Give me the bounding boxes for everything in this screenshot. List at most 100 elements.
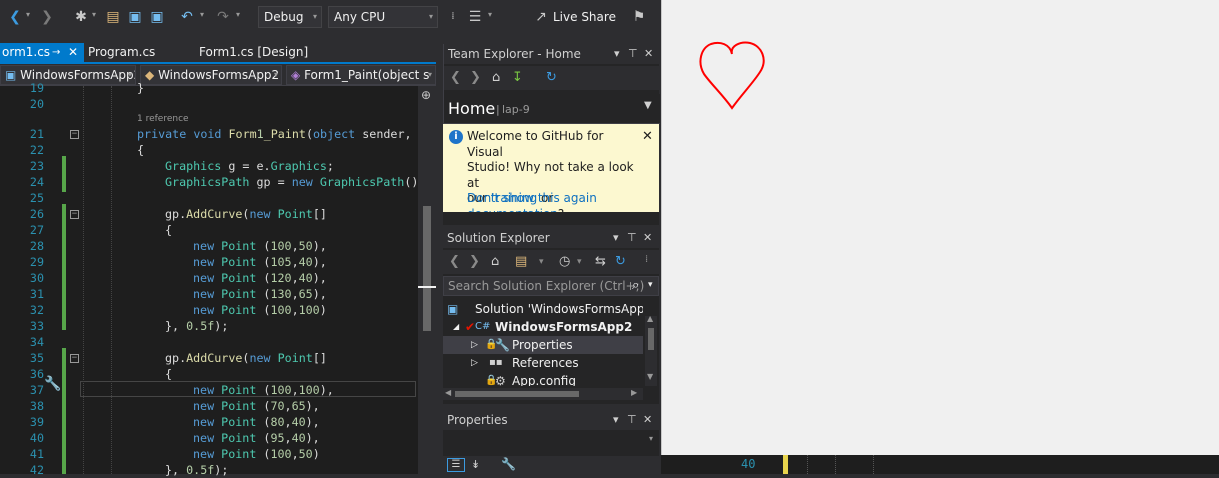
pin-icon[interactable]: → [52, 43, 60, 62]
close-icon[interactable]: ✕ [68, 43, 78, 62]
feedback-icon[interactable]: ⚑ [630, 8, 648, 26]
pending-changes-icon[interactable]: ◷ [559, 254, 570, 269]
live-share-button[interactable]: Live Share [553, 10, 616, 24]
forward-icon[interactable]: ❯ [469, 254, 480, 269]
chevron-down-icon: ▾ [428, 12, 433, 21]
chevron-down-icon[interactable]: ▼ [644, 100, 652, 111]
open-folder-icon[interactable]: ▤ [104, 8, 122, 26]
pin-icon[interactable]: ⊤ [628, 44, 638, 64]
redo-dropdown-icon[interactable]: ▾ [236, 10, 240, 19]
home-icon[interactable]: ⌂ [491, 254, 499, 269]
tree-item-label: Solution 'WindowsFormsApp2' [475, 302, 643, 316]
collapsed-arrow-icon[interactable]: ▷ [471, 354, 478, 372]
new-dropdown-icon[interactable]: ▾ [92, 10, 96, 19]
collapse-icon[interactable]: − [70, 354, 79, 363]
member-combo[interactable]: ◈ Form1_Paint(object s ▾ [286, 65, 436, 85]
line-number: 28 [29, 239, 44, 253]
scroll-left-icon[interactable]: ◀ [445, 388, 451, 397]
scrollbar-thumb[interactable] [648, 328, 654, 350]
scroll-right-icon[interactable]: ▶ [631, 388, 637, 397]
code-line: }, 0.5f); [165, 463, 229, 477]
back-icon[interactable]: ❮ [449, 254, 460, 269]
collapse-icon[interactable]: − [70, 210, 79, 219]
close-icon[interactable]: ✕ [643, 410, 652, 430]
pin-icon[interactable]: ⊤ [627, 228, 637, 248]
pin-icon[interactable]: ⊤ [627, 410, 637, 430]
tree-item-solution[interactable]: ▣ Solution 'WindowsFormsApp2' [443, 300, 643, 318]
solution-icon: ▣ [447, 302, 459, 316]
search-placeholder: Search Solution Explorer (Ctrl+;) [448, 279, 645, 293]
forward-icon[interactable]: ❯ [470, 70, 481, 85]
close-icon[interactable]: ✕ [644, 44, 653, 64]
tree-item-references[interactable]: ▷ ▪▪ References [443, 354, 643, 372]
config-combo[interactable]: Debug ▾ [258, 6, 322, 28]
chevron-down-icon[interactable]: ▾ [577, 257, 582, 267]
toolbar-overflow-icon[interactable]: ⁞ [444, 8, 462, 26]
chevron-down-icon[interactable]: ▾ [649, 434, 653, 443]
line-number: 22 [29, 143, 44, 157]
overflow-icon[interactable]: ⁞ [645, 254, 648, 265]
properties-object-selector[interactable]: ▾ [443, 432, 659, 450]
solution-config-icon[interactable]: ☰ [466, 8, 484, 26]
tree-item-properties[interactable]: ▷ 🔒 🔧 Properties [443, 336, 643, 354]
split-icon[interactable]: ⊕ [421, 88, 431, 102]
close-icon[interactable]: ✕ [642, 129, 653, 145]
tree-horizontal-scrollbar[interactable]: ◀ ▶ [443, 388, 643, 400]
tab-program-cs[interactable]: Program.cs [86, 43, 155, 62]
scroll-up-icon[interactable]: ▲ [647, 314, 653, 323]
code-line: new Point (100,50) [193, 447, 320, 461]
tree-item-appconfig[interactable]: 🔒 ⚙ App.config [443, 372, 643, 386]
back-icon[interactable]: ❮ [6, 8, 24, 26]
undo-icon[interactable]: ↶ [178, 8, 196, 26]
new-project-icon[interactable]: ✱ [72, 8, 90, 26]
codelens-references[interactable]: 1 reference [137, 113, 189, 125]
code-editor[interactable]: 🔧 1 reference 19} 20 21 private void Form1_… [0, 81, 418, 477]
alphabetical-icon[interactable]: ↡ [471, 458, 480, 471]
chevron-down-icon[interactable]: ▾ [539, 257, 544, 267]
live-share-icon[interactable]: ↗ [532, 8, 550, 26]
switch-views-icon[interactable]: ▤ [515, 254, 527, 269]
dont-show-again-link[interactable]: Don't show this again [467, 191, 597, 207]
redo-icon[interactable]: ↷ [214, 8, 232, 26]
back-icon[interactable]: ❮ [450, 70, 461, 85]
collapse-icon[interactable]: − [70, 130, 79, 139]
forward-icon[interactable]: ❯ [38, 8, 56, 26]
collapsed-arrow-icon[interactable]: ▷ [471, 336, 478, 354]
tab-form1-cs[interactable]: orm1.cs → ✕ [0, 43, 84, 62]
wrench-icon[interactable]: 🔧 [501, 457, 516, 471]
save-all-icon[interactable]: ▣ [148, 8, 166, 26]
editor-scrollbar[interactable]: ⊕ [418, 86, 436, 474]
solution-config-dropdown-icon[interactable]: ▾ [488, 10, 492, 19]
solution-search-box[interactable]: Search Solution Explorer (Ctrl+;) ⌕ ▾ [443, 276, 659, 296]
scroll-down-icon[interactable]: ▼ [647, 372, 653, 381]
tab-form1-design[interactable]: Form1.cs [Design] [197, 43, 308, 62]
home-icon[interactable]: ⌂ [492, 70, 500, 85]
tree-item-project[interactable]: ◢ ✔ C# WindowsFormsApp2 [443, 318, 643, 336]
platform-combo[interactable]: Any CPU ▾ [328, 6, 438, 28]
code-line: gp.AddCurve(new Point[] [165, 351, 327, 365]
tree-vertical-scrollbar[interactable]: ▲ ▼ [645, 314, 657, 386]
line-number: 41 [29, 447, 44, 461]
sync-icon[interactable]: ⇆ [595, 254, 606, 269]
solution-explorer-title: Solution Explorer [447, 231, 550, 245]
expanded-arrow-icon[interactable]: ◢ [453, 318, 459, 336]
scrollbar-thumb[interactable] [455, 391, 579, 397]
class-combo[interactable]: ◆ WindowsFormsApp2 ▾ [140, 65, 282, 85]
wrench-icon[interactable]: 🔧 [44, 376, 61, 392]
save-icon[interactable]: ▣ [126, 8, 144, 26]
window-position-icon[interactable]: ▾ [614, 44, 620, 64]
back-dropdown-icon[interactable]: ▾ [26, 10, 30, 19]
line-number: 24 [29, 175, 44, 189]
window-position-icon[interactable]: ▾ [613, 410, 619, 430]
chevron-down-icon[interactable]: ▾ [648, 280, 653, 290]
connect-icon[interactable]: ↧ [512, 70, 523, 85]
refresh-icon[interactable]: ↻ [615, 254, 626, 269]
undo-dropdown-icon[interactable]: ▾ [200, 10, 204, 19]
window-position-icon[interactable]: ▾ [613, 228, 619, 248]
categorized-icon[interactable]: ☰ [447, 458, 465, 472]
search-icon[interactable]: ⌕ [632, 278, 639, 293]
scrollbar-thumb[interactable] [423, 206, 431, 331]
line-number: 25 [29, 191, 44, 205]
close-icon[interactable]: ✕ [643, 228, 652, 248]
refresh-icon[interactable]: ↻ [546, 70, 557, 85]
